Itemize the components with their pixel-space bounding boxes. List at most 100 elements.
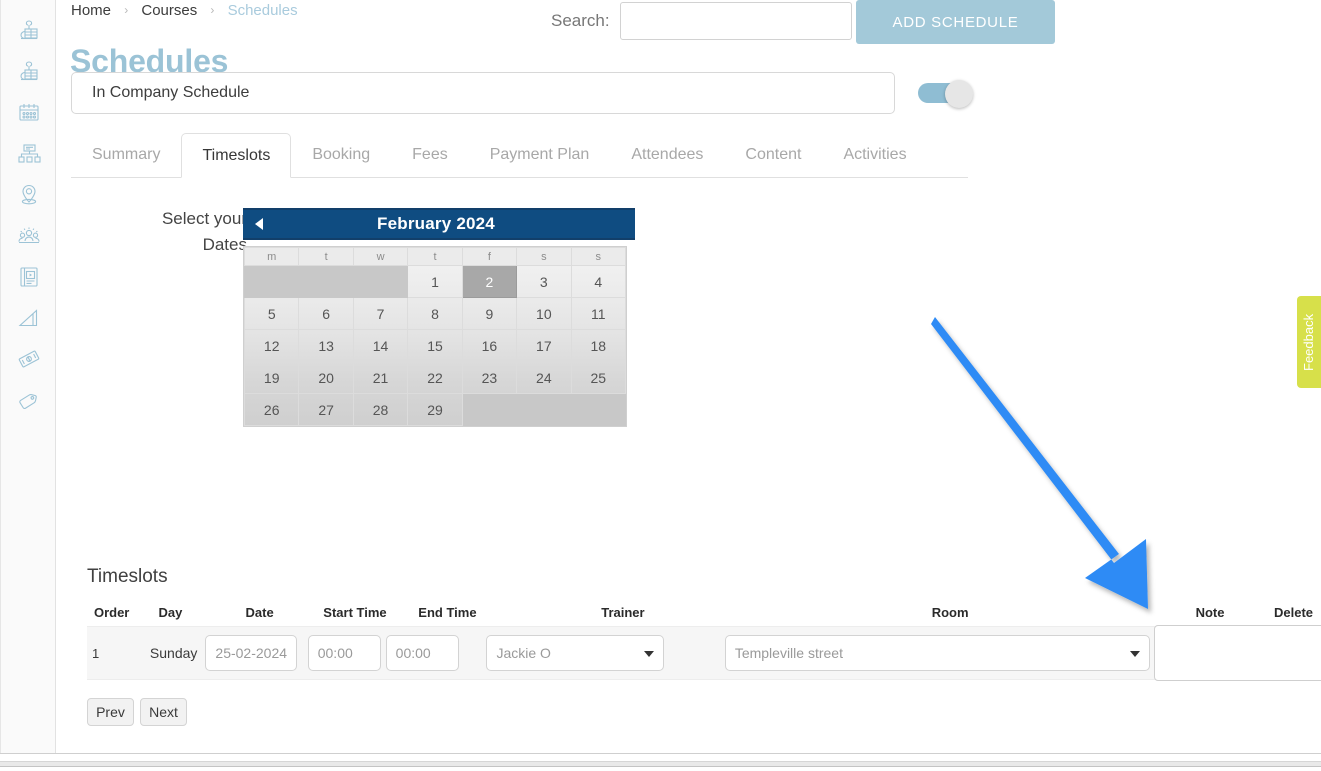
sidebar-item-courses[interactable] bbox=[1, 10, 57, 51]
column-header-start-time: Start Time bbox=[315, 605, 396, 620]
feedback-tab[interactable]: Feedback bbox=[1297, 296, 1321, 388]
calendar-day-cell[interactable]: 22 bbox=[408, 362, 462, 394]
calendar-day-cell[interactable]: 17 bbox=[517, 330, 571, 362]
calendar-day-cell[interactable]: 3 bbox=[517, 266, 571, 298]
tab-timeslots[interactable]: Timeslots bbox=[181, 133, 291, 178]
calendar-day-cell[interactable]: 20 bbox=[299, 362, 353, 394]
next-page-button[interactable]: Next bbox=[140, 698, 187, 726]
sidebar-item-attendees[interactable] bbox=[1, 215, 57, 256]
sidebar-item-schedules[interactable] bbox=[1, 92, 57, 133]
toggle-knob bbox=[945, 80, 973, 108]
breadcrumb-item-home[interactable]: Home bbox=[71, 2, 111, 19]
calendar-day-cell[interactable]: 11 bbox=[571, 298, 625, 330]
org-chart-icon bbox=[16, 141, 42, 167]
select-dates-label-line2: Dates bbox=[97, 232, 247, 258]
tab-content[interactable]: Content bbox=[724, 133, 822, 177]
calendar-week-row: 1234 bbox=[245, 266, 626, 298]
sidebar-item-content[interactable] bbox=[1, 256, 57, 297]
calendar-day-cell[interactable]: 8 bbox=[408, 298, 462, 330]
calendar-week-row: 19202122232425 bbox=[245, 362, 626, 394]
weekday-header: t bbox=[299, 248, 353, 266]
calendar-day-cell[interactable]: 9 bbox=[462, 298, 516, 330]
calendar-day-cell[interactable]: 2 bbox=[462, 266, 516, 298]
tab-fees[interactable]: Fees bbox=[391, 133, 469, 177]
sidebar-item-organisation[interactable] bbox=[1, 133, 57, 174]
money-ticket-icon bbox=[16, 346, 42, 372]
tab-attendees[interactable]: Attendees bbox=[610, 133, 724, 177]
room-select[interactable]: Templeville street bbox=[725, 635, 1150, 671]
sidebar-item-payments[interactable] bbox=[1, 338, 57, 379]
calendar-day-cell[interactable]: 13 bbox=[299, 330, 353, 362]
document-media-icon bbox=[16, 264, 42, 290]
cell-day: Sunday bbox=[135, 645, 201, 661]
calendar-day-cell[interactable]: 1 bbox=[408, 266, 462, 298]
tab-booking[interactable]: Booking bbox=[291, 133, 391, 177]
column-header-end-time: End Time bbox=[395, 605, 499, 620]
breadcrumb-item-courses[interactable]: Courses bbox=[141, 2, 197, 19]
column-header-note: Note bbox=[1154, 605, 1266, 620]
timeslots-header-row: Order Day Date Start Time End Time Train… bbox=[87, 598, 1321, 626]
chevron-down-icon bbox=[1130, 651, 1140, 657]
calendar-prev-month-icon[interactable] bbox=[255, 218, 263, 230]
sidebar-item-reports[interactable] bbox=[1, 297, 57, 338]
calendar-weekday-header-row: m t w t f s s bbox=[245, 248, 626, 266]
calendar-day-cell[interactable]: 24 bbox=[517, 362, 571, 394]
calendar-day-cell[interactable]: 5 bbox=[245, 298, 299, 330]
start-time-input[interactable]: 00:00 bbox=[308, 635, 381, 671]
calendar-week-row: 567891011 bbox=[245, 298, 626, 330]
price-tag-icon bbox=[16, 387, 42, 413]
calendar-day-cell[interactable]: 19 bbox=[245, 362, 299, 394]
schedule-name-value: In Company Schedule bbox=[92, 84, 249, 102]
calendar-day-cell[interactable]: 16 bbox=[462, 330, 516, 362]
calendar-day-cell[interactable]: 4 bbox=[571, 266, 625, 298]
window-bottom-bar bbox=[0, 761, 1321, 767]
room-select-value: Templeville street bbox=[735, 645, 843, 661]
weekday-header: f bbox=[462, 248, 516, 266]
sidebar-item-venues[interactable] bbox=[1, 174, 57, 215]
sidebar-item-pricing[interactable] bbox=[1, 379, 57, 420]
weekday-header: s bbox=[517, 248, 571, 266]
calendar-day-cell[interactable]: 15 bbox=[408, 330, 462, 362]
people-group-icon bbox=[16, 223, 42, 249]
tab-payment-plan[interactable]: Payment Plan bbox=[469, 133, 611, 177]
calendar-day-empty bbox=[517, 394, 571, 426]
column-header-room: Room bbox=[746, 605, 1154, 620]
sidebar-item-programmes[interactable] bbox=[1, 51, 57, 92]
prev-page-button[interactable]: Prev bbox=[87, 698, 134, 726]
tab-activities[interactable]: Activities bbox=[822, 133, 927, 177]
select-dates-label-line1: Select your bbox=[97, 206, 247, 232]
calendar-weeks: 1234567891011121314151617181920212223242… bbox=[245, 266, 626, 426]
calendar-week-row: 12131415161718 bbox=[245, 330, 626, 362]
chevron-down-icon bbox=[644, 651, 654, 657]
calendar-day-cell[interactable]: 29 bbox=[408, 394, 462, 426]
calendar-day-cell[interactable]: 28 bbox=[353, 394, 407, 426]
calendar-day-empty bbox=[462, 394, 516, 426]
calendar-day-cell[interactable]: 27 bbox=[299, 394, 353, 426]
left-icon-rail bbox=[0, 0, 56, 753]
calendar-day-cell[interactable]: 10 bbox=[517, 298, 571, 330]
date-input[interactable]: 25-02-2024 bbox=[205, 635, 297, 671]
trainer-select[interactable]: Jackie O bbox=[486, 635, 664, 671]
calendar-day-cell[interactable]: 12 bbox=[245, 330, 299, 362]
weekday-header: w bbox=[353, 248, 407, 266]
breadcrumb-item-schedules[interactable]: Schedules bbox=[228, 2, 298, 19]
note-textarea[interactable] bbox=[1154, 625, 1321, 681]
calendar-header: February 2024 bbox=[243, 208, 635, 240]
calendar-day-cell[interactable]: 23 bbox=[462, 362, 516, 394]
calendar-day-cell[interactable]: 7 bbox=[353, 298, 407, 330]
calendar-day-cell[interactable]: 26 bbox=[245, 394, 299, 426]
calendar-day-cell[interactable]: 6 bbox=[299, 298, 353, 330]
schedule-name-field[interactable]: In Company Schedule bbox=[71, 72, 895, 114]
calendar-day-cell[interactable]: 18 bbox=[571, 330, 625, 362]
weekday-header: s bbox=[571, 248, 625, 266]
add-schedule-button[interactable]: ADD SCHEDULE bbox=[856, 0, 1055, 44]
schedule-active-toggle[interactable] bbox=[918, 80, 974, 106]
search-input[interactable] bbox=[620, 2, 852, 40]
calendar-day-cell[interactable]: 14 bbox=[353, 330, 407, 362]
column-header-order: Order bbox=[87, 605, 136, 620]
end-time-input[interactable]: 00:00 bbox=[386, 635, 459, 671]
calendar-day-cell[interactable]: 25 bbox=[571, 362, 625, 394]
calendar-day-cell[interactable]: 21 bbox=[353, 362, 407, 394]
tab-summary[interactable]: Summary bbox=[71, 133, 181, 177]
weekday-header: m bbox=[245, 248, 299, 266]
